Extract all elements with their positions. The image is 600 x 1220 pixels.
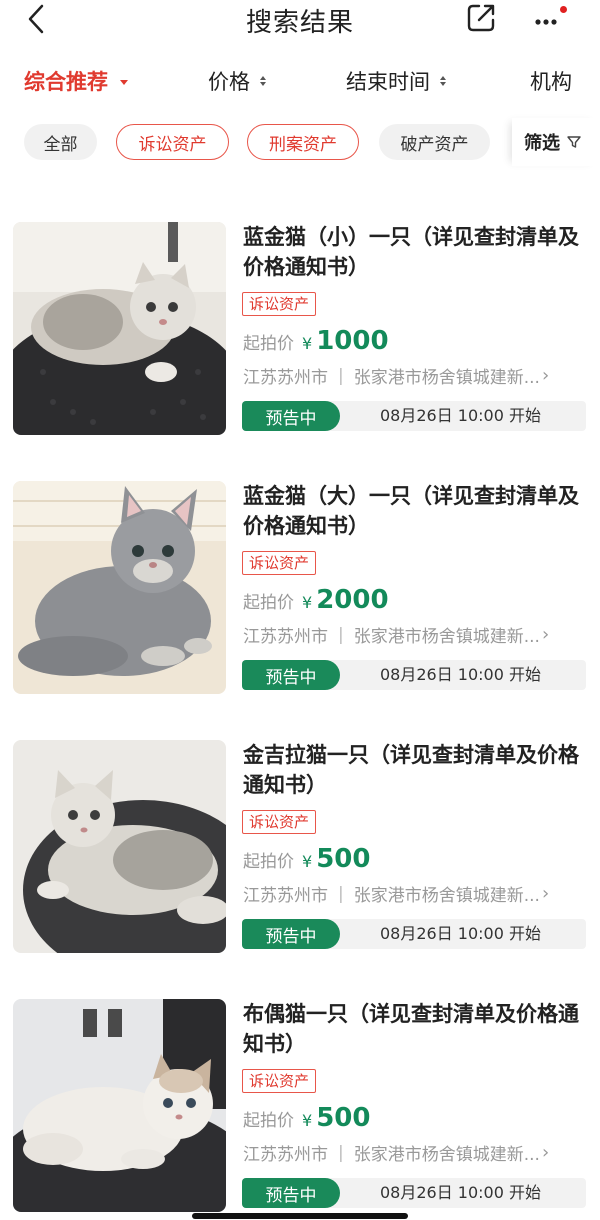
price-row: 起拍价 ¥ 500 [243, 1103, 370, 1133]
location-address: 张家港市杨舍镇城建新... [353, 1145, 540, 1165]
share-button[interactable] [465, 2, 497, 34]
filter-button[interactable]: 筛选 [512, 118, 600, 166]
item-title[interactable]: 蓝金猫（大）一只（详见查封清单及价格通知书） [243, 481, 588, 541]
price-row: 起拍价 ¥ 500 [243, 844, 370, 874]
status-row: 预告中 08月26日 10:00 开始 [242, 401, 586, 431]
currency-symbol: ¥ [302, 334, 313, 353]
sort-price-label: 价格 [208, 70, 250, 94]
list-item[interactable]: 金吉拉猫一只（详见查封清单及价格通知书） 诉讼资产 起拍价 ¥ 500 江苏苏州… [0, 740, 600, 954]
starting-price: 1000 [316, 326, 389, 356]
currency-symbol: ¥ [302, 1111, 313, 1130]
location-divider: | [338, 624, 344, 645]
location-row[interactable]: 江苏苏州市 | 张家港市杨舍镇城建新... › [243, 881, 588, 906]
list-item[interactable]: 蓝金猫（小）一只（详见查封清单及价格通知书） 诉讼资产 起拍价 ¥ 1000 江… [0, 222, 600, 436]
item-title[interactable]: 布偶猫一只（详见查封清单及价格通知书） [243, 999, 588, 1059]
asset-type-tag: 诉讼资产 [242, 292, 317, 316]
item-title[interactable]: 金吉拉猫一只（详见查封清单及价格通知书） [243, 740, 588, 800]
status-badge: 预告中 [242, 401, 340, 431]
list-item[interactable]: 布偶猫一只（详见查封清单及价格通知书） 诉讼资产 起拍价 ¥ 500 江苏苏州市… [0, 999, 600, 1213]
price-row: 起拍价 ¥ 1000 [243, 326, 389, 356]
sort-end-time-label: 结束时间 [346, 70, 430, 94]
start-time: 08月26日 10:00 开始 [380, 406, 542, 425]
currency-symbol: ¥ [302, 593, 313, 612]
asset-type-tag: 诉讼资产 [242, 1069, 317, 1093]
currency-symbol: ¥ [302, 852, 313, 871]
price-label: 起拍价 [243, 593, 294, 613]
chevron-right-icon: › [541, 883, 550, 904]
chip-criminal[interactable]: 刑案资产 [247, 124, 359, 160]
chevron-right-icon: › [541, 365, 550, 386]
sort-updown-icon [440, 76, 446, 86]
location-city: 江苏苏州市 [243, 627, 328, 647]
filter-chip-bar: 全部 诉讼资产 刑案资产 破产资产 筛选 [0, 118, 600, 166]
price-label: 起拍价 [243, 334, 294, 354]
sort-institution-label: 机构 [530, 70, 572, 94]
chip-bankruptcy[interactable]: 破产资产 [379, 124, 490, 160]
start-time: 08月26日 10:00 开始 [380, 1183, 542, 1202]
cat-photo-icon [13, 222, 226, 435]
funnel-icon [567, 136, 581, 148]
location-row[interactable]: 江苏苏州市 | 张家港市杨舍镇城建新... › [243, 622, 588, 647]
start-time: 08月26日 10:00 开始 [380, 924, 542, 943]
location-address: 张家港市杨舍镇城建新... [353, 886, 540, 906]
item-photo[interactable] [13, 481, 226, 694]
chip-all[interactable]: 全部 [24, 124, 97, 160]
item-title[interactable]: 蓝金猫（小）一只（详见查封清单及价格通知书） [243, 222, 588, 282]
status-row: 预告中 08月26日 10:00 开始 [242, 1178, 586, 1208]
notification-dot [560, 6, 567, 13]
location-city: 江苏苏州市 [243, 1145, 328, 1165]
filter-label: 筛选 [524, 133, 560, 154]
cat-photo-icon [13, 481, 226, 694]
sort-updown-icon [260, 76, 266, 86]
sort-end-time[interactable]: 结束时间 [346, 66, 446, 96]
chip-litigation[interactable]: 诉讼资产 [116, 124, 229, 160]
caret-down-icon [120, 79, 128, 85]
starting-price: 2000 [316, 585, 389, 615]
location-address: 张家港市杨舍镇城建新... [353, 627, 540, 647]
price-label: 起拍价 [243, 852, 294, 872]
location-divider: | [338, 365, 344, 386]
location-divider: | [338, 883, 344, 904]
cat-photo-icon [13, 740, 226, 953]
asset-type-tag: 诉讼资产 [242, 810, 317, 834]
status-row: 预告中 08月26日 10:00 开始 [242, 660, 586, 690]
location-city: 江苏苏州市 [243, 886, 328, 906]
sort-price[interactable]: 价格 [208, 66, 266, 96]
top-navbar: 搜索结果 [0, 0, 600, 44]
sort-institution[interactable]: 机构 [530, 66, 572, 96]
item-photo[interactable] [13, 999, 226, 1212]
home-indicator [192, 1213, 408, 1219]
location-row[interactable]: 江苏苏州市 | 张家港市杨舍镇城建新... › [243, 1140, 588, 1165]
share-icon [467, 4, 495, 32]
sort-bar: 综合推荐 价格 结束时间 机构 [0, 62, 600, 102]
location-row[interactable]: 江苏苏州市 | 张家港市杨舍镇城建新... › [243, 363, 588, 388]
cat-photo-icon [13, 999, 226, 1212]
status-badge: 预告中 [242, 660, 340, 690]
status-badge: 预告中 [242, 1178, 340, 1208]
item-photo[interactable] [13, 222, 226, 435]
page-title: 搜索结果 [245, 8, 354, 38]
chevron-right-icon: › [541, 624, 550, 645]
location-divider: | [338, 1142, 344, 1163]
starting-price: 500 [316, 1103, 371, 1133]
sort-comprehensive-label: 综合推荐 [24, 70, 108, 94]
chevron-right-icon: › [541, 1142, 550, 1163]
location-city: 江苏苏州市 [243, 368, 328, 388]
sort-comprehensive[interactable]: 综合推荐 [24, 66, 128, 96]
start-time: 08月26日 10:00 开始 [380, 665, 542, 684]
asset-type-tag: 诉讼资产 [242, 551, 317, 575]
price-label: 起拍价 [243, 1111, 294, 1131]
location-address: 张家港市杨舍镇城建新... [353, 368, 540, 388]
status-row: 预告中 08月26日 10:00 开始 [242, 919, 586, 949]
price-row: 起拍价 ¥ 2000 [243, 585, 389, 615]
item-photo[interactable] [13, 740, 226, 953]
list-item[interactable]: 蓝金猫（大）一只（详见查封清单及价格通知书） 诉讼资产 起拍价 ¥ 2000 江… [0, 481, 600, 695]
starting-price: 500 [316, 844, 371, 874]
status-badge: 预告中 [242, 919, 340, 949]
